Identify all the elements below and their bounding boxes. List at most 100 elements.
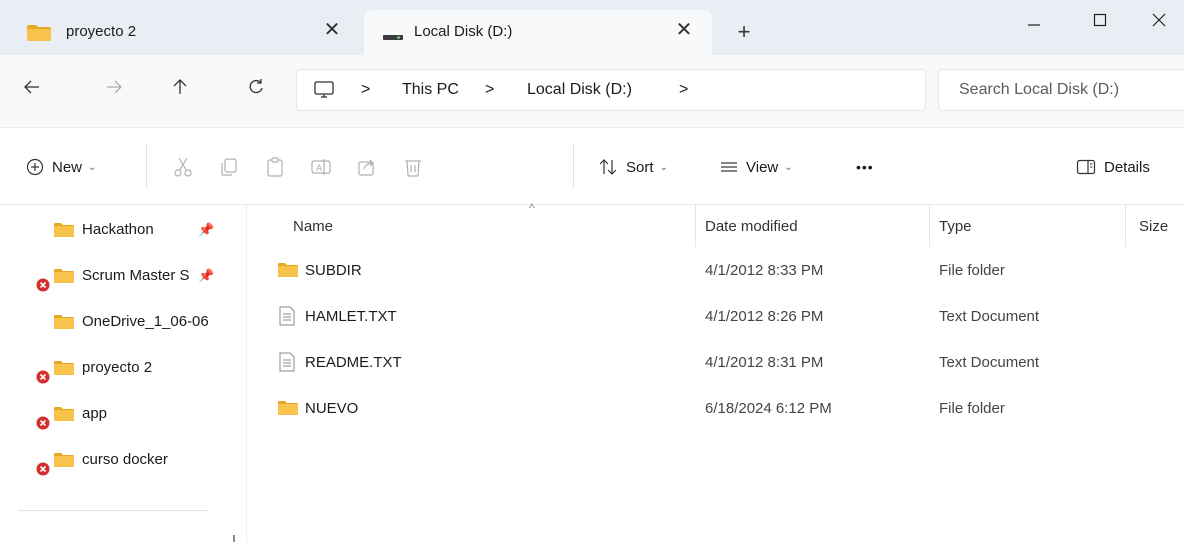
breadcrumb-this-pc[interactable]: This PC <box>402 81 459 99</box>
file-name: README.TXT <box>305 354 402 371</box>
search-input[interactable] <box>939 70 1184 110</box>
maximize-button[interactable] <box>1070 0 1130 40</box>
sidebar-item-app[interactable]: app <box>0 391 220 437</box>
back-button[interactable] <box>14 69 50 105</box>
file-type: File folder <box>939 400 1005 417</box>
folder-icon <box>277 262 299 281</box>
maximize-icon <box>1093 13 1107 27</box>
table-row[interactable]: HAMLET.TXT 4/1/2012 8:26 PM Text Documen… <box>247 295 1184 341</box>
folder-icon <box>53 360 75 379</box>
sidebar-item-hackathon[interactable]: Hackathon 📌 <box>0 207 220 253</box>
refresh-icon <box>249 79 263 94</box>
table-row[interactable]: README.TXT 4/1/2012 8:31 PM Text Documen… <box>247 341 1184 387</box>
trash-icon <box>405 160 421 177</box>
column-header-date[interactable]: Date modified <box>705 205 925 247</box>
cut-button[interactable] <box>172 154 194 180</box>
drive-icon <box>382 24 404 45</box>
clipboard-icon <box>267 157 283 177</box>
sync-error-icon <box>36 416 50 433</box>
folder-icon <box>277 400 299 419</box>
address-bar: > This PC > Local Disk (D:) > <box>0 55 1184 127</box>
details-label: Details <box>1104 158 1150 176</box>
sync-error-icon <box>36 370 50 387</box>
breadcrumb-separator: > <box>485 81 495 98</box>
pin-icon: 📌 <box>198 222 215 237</box>
column-divider[interactable] <box>1125 205 1126 247</box>
file-type: Text Document <box>939 354 1040 371</box>
sidebar-item-label: proyecto 2 <box>82 359 153 376</box>
chevron-down-icon: ⌄ <box>659 161 668 173</box>
file-name: HAMLET.TXT <box>305 308 397 325</box>
title-bar: proyecto 2 ✕ Local Disk (D:) ✕ + <box>0 0 1184 55</box>
table-row[interactable]: SUBDIR 4/1/2012 8:33 PM File folder <box>247 249 1184 295</box>
close-window-button[interactable] <box>1134 0 1184 40</box>
file-list: Name ^ Date modified Type Size SUBDIR 4/… <box>247 201 1184 542</box>
paste-button[interactable] <box>264 154 286 180</box>
up-button[interactable] <box>162 69 198 105</box>
details-button[interactable]: Details <box>1076 154 1150 180</box>
breadcrumb-separator: > <box>361 81 371 98</box>
column-header-name[interactable]: Name ^ <box>293 201 693 247</box>
more-options-button[interactable]: ••• <box>856 154 874 180</box>
arrow-right-icon <box>107 80 122 94</box>
forward-button[interactable] <box>96 69 132 105</box>
new-label: New <box>52 158 83 176</box>
close-tab-icon[interactable]: ✕ <box>322 18 342 42</box>
folder-icon <box>26 24 52 45</box>
scrollbar-thumb[interactable] <box>233 535 235 542</box>
close-tab-icon[interactable]: ✕ <box>674 18 694 42</box>
file-type: Text Document <box>939 308 1040 325</box>
chevron-down-icon: ⌄ <box>88 161 97 173</box>
pin-icon: 📌 <box>198 268 215 283</box>
column-header-label: Date modified <box>705 217 798 235</box>
divider <box>573 144 574 188</box>
delete-button[interactable] <box>402 154 424 180</box>
refresh-button[interactable] <box>238 69 274 105</box>
text-file-icon <box>279 352 295 375</box>
tab-local-disk[interactable]: Local Disk (D:) ✕ <box>364 10 712 55</box>
tab-proyecto-2[interactable]: proyecto 2 ✕ <box>8 10 360 55</box>
sort-button[interactable]: Sort ⌄ <box>598 154 668 180</box>
sidebar-item-proyecto-2[interactable]: proyecto 2 <box>0 345 220 391</box>
sidebar-item-onedrive[interactable]: OneDrive_1_06-06 <box>0 299 246 345</box>
sidebar-item-label: curso docker <box>82 451 168 468</box>
column-header-label: Name <box>293 217 334 235</box>
column-header-label: Type <box>939 217 972 235</box>
file-date: 4/1/2012 8:33 PM <box>705 262 824 279</box>
folder-icon <box>53 222 75 241</box>
breadcrumb[interactable]: > This PC > Local Disk (D:) > <box>296 69 926 111</box>
sync-error-icon <box>36 278 50 295</box>
close-icon <box>1152 13 1166 27</box>
file-date: 4/1/2012 8:31 PM <box>705 354 824 371</box>
folder-icon <box>53 452 75 471</box>
search-box[interactable] <box>938 69 1184 111</box>
sync-error-icon <box>36 462 50 479</box>
copy-icon <box>221 158 237 176</box>
breadcrumb-separator: > <box>679 81 689 98</box>
view-button[interactable]: View ⌄ <box>720 154 793 180</box>
table-row[interactable]: NUEVO 6/18/2024 6:12 PM File folder <box>247 387 1184 433</box>
share-button[interactable] <box>356 154 378 180</box>
copy-button[interactable] <box>218 154 240 180</box>
plus-circle-icon <box>26 158 44 176</box>
sort-label: Sort <box>626 158 654 176</box>
breadcrumb-local-disk[interactable]: Local Disk (D:) <box>527 81 632 99</box>
command-bar: New ⌄ A Sort ⌄ View ⌄ ••• Details <box>0 127 1184 205</box>
column-header-size[interactable]: Size <box>1139 205 1184 247</box>
rename-button[interactable]: A <box>310 154 332 180</box>
column-divider[interactable] <box>929 205 930 247</box>
navigation-pane: Hackathon 📌 Scrum Master S 📌 OneDrive_1_… <box>0 205 246 542</box>
share-icon <box>358 159 374 176</box>
minimize-button[interactable] <box>1004 0 1064 40</box>
tab-label: Local Disk (D:) <box>414 23 513 40</box>
sidebar-item-scrum-master[interactable]: Scrum Master S 📌 <box>0 253 220 299</box>
sidebar-item-label: app <box>82 405 108 422</box>
rename-icon: A <box>311 159 331 175</box>
sidebar-item-curso-docker[interactable]: curso docker <box>0 437 220 483</box>
new-button[interactable]: New ⌄ <box>26 154 96 180</box>
folder-icon <box>53 268 75 287</box>
new-tab-button[interactable]: + <box>730 18 758 46</box>
column-header-type[interactable]: Type <box>939 205 1119 247</box>
column-divider[interactable] <box>695 205 696 247</box>
file-date: 6/18/2024 6:12 PM <box>705 400 832 417</box>
